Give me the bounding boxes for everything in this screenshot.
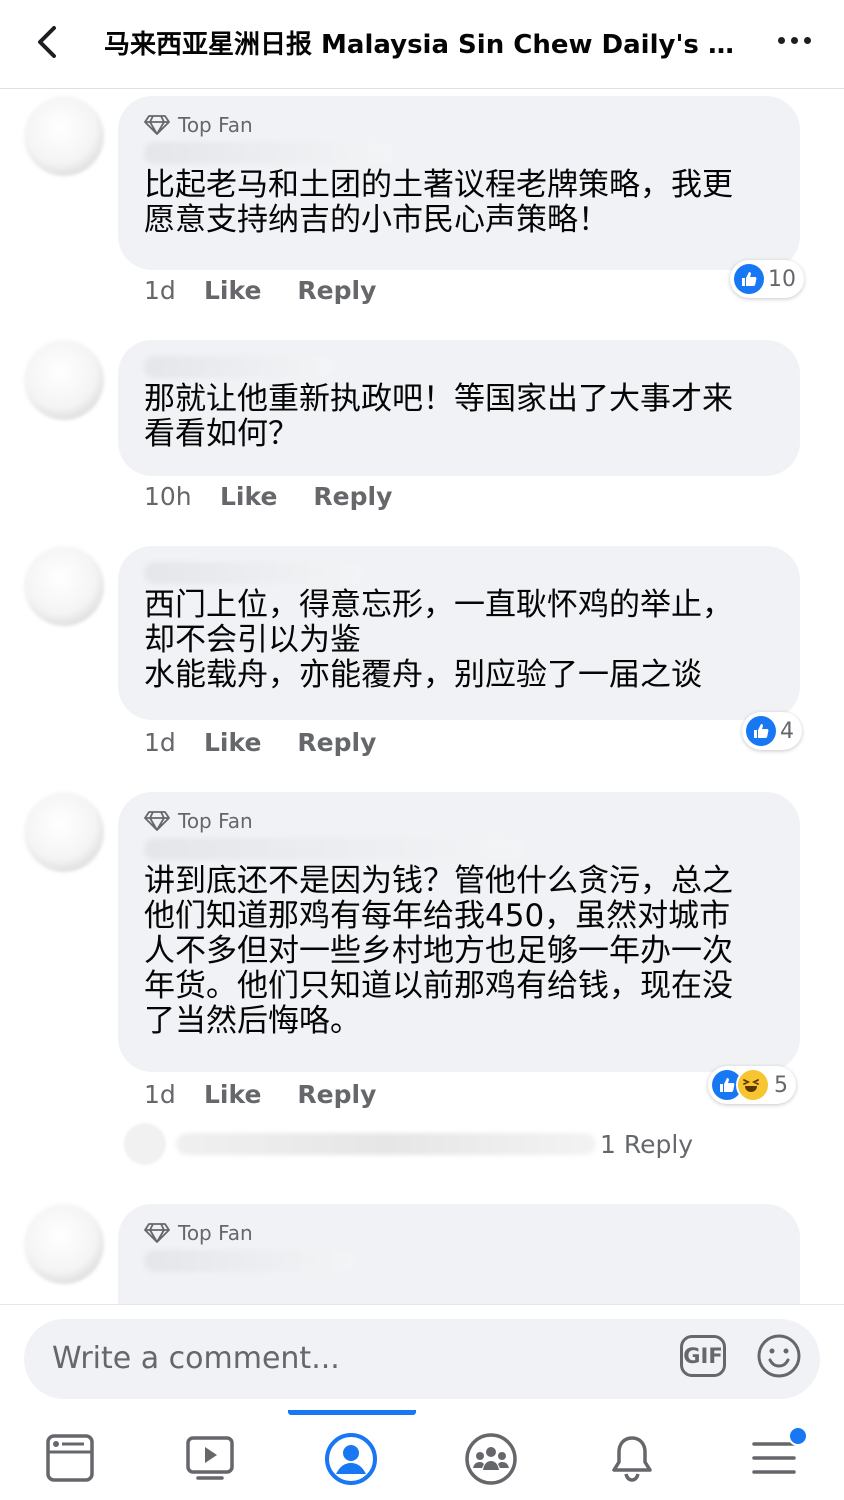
avatar[interactable] bbox=[24, 1204, 104, 1284]
back-icon[interactable] bbox=[30, 22, 70, 62]
author-name-blurred[interactable]: . bbox=[144, 562, 776, 588]
diamond-icon bbox=[144, 811, 170, 831]
comment-actions: 1d Like Reply bbox=[144, 728, 412, 757]
comment-bubble: Top Fan . bbox=[118, 1204, 800, 1304]
comment-bubble: Top Fan . 比起老马和土团的土著议程老牌策略，我更 愿意支持纳吉的小市民… bbox=[118, 96, 800, 270]
comment-text: 那就让他重新执政吧！等国家出了大事才来 看看如何？ bbox=[144, 381, 733, 452]
comment-input[interactable]: Write a comment... GIF bbox=[24, 1319, 820, 1399]
like-button[interactable]: Like bbox=[204, 276, 261, 305]
avatar[interactable] bbox=[24, 340, 104, 420]
page-title: 马来西亚星洲日报 Malaysia Sin Chew Daily's P... bbox=[104, 30, 744, 60]
news-feed-icon[interactable] bbox=[42, 1430, 102, 1486]
emoji-icon[interactable] bbox=[756, 1333, 802, 1379]
profile-icon[interactable] bbox=[322, 1430, 382, 1486]
diamond-icon bbox=[144, 1223, 170, 1243]
diamond-icon bbox=[144, 115, 170, 135]
reply-avatar bbox=[124, 1123, 166, 1165]
reply-button[interactable]: Reply bbox=[313, 482, 392, 511]
reply-button[interactable]: Reply bbox=[297, 276, 376, 305]
author-name-blurred[interactable]: . bbox=[144, 142, 776, 168]
avatar[interactable] bbox=[24, 792, 104, 872]
comment-composer-bar: Write a comment... GIF bbox=[0, 1304, 844, 1411]
comment-time: 1d bbox=[144, 1080, 176, 1109]
watch-icon[interactable] bbox=[182, 1430, 242, 1486]
top-fan-badge: Top Fan bbox=[144, 806, 776, 836]
reply-button[interactable]: Reply bbox=[297, 1080, 376, 1109]
haha-reaction-icon bbox=[736, 1068, 770, 1102]
comment-bubble: . 西门上位，得意忘形，一直耿怀鸡的举止， 却不会引以为鉴 水能载舟，亦能覆舟，… bbox=[118, 546, 800, 720]
top-fan-badge: Top Fan bbox=[144, 1218, 776, 1248]
view-replies-link[interactable]: 1 Reply bbox=[124, 1122, 693, 1166]
bottom-nav bbox=[0, 1410, 844, 1500]
comment-time: 10h bbox=[144, 482, 192, 511]
author-name-blurred[interactable]: . bbox=[144, 356, 776, 382]
comment-bubble: Top Fan . 讲到底还不是因为钱？管他什么贪污，总之 他们知道那鸡有每年给… bbox=[118, 792, 800, 1072]
comment-text: 比起老马和土团的土著议程老牌策略，我更 愿意支持纳吉的小市民心声策略！ bbox=[144, 167, 733, 238]
author-name-blurred[interactable]: . bbox=[144, 1250, 776, 1276]
reaction-count[interactable]: 5 bbox=[708, 1066, 796, 1104]
replies-count[interactable]: 1 Reply bbox=[600, 1130, 693, 1159]
like-reaction-icon bbox=[734, 264, 764, 294]
like-reaction-icon bbox=[746, 716, 776, 746]
comment-text: 西门上位，得意忘形，一直耿怀鸡的举止， 却不会引以为鉴 水能载舟，亦能覆舟，别应… bbox=[144, 587, 733, 693]
comment-placeholder: Write a comment... bbox=[52, 1341, 340, 1376]
comment-actions: 10h Like Reply bbox=[144, 482, 428, 511]
like-button[interactable]: Like bbox=[204, 728, 261, 757]
avatar[interactable] bbox=[24, 546, 104, 626]
active-tab-indicator bbox=[288, 1410, 416, 1415]
comment-bubble: . 那就让他重新执政吧！等国家出了大事才来 看看如何？ bbox=[118, 340, 800, 476]
reaction-count[interactable]: 10 bbox=[730, 260, 804, 298]
comment-text: 讲到底还不是因为钱？管他什么贪污，总之 他们知道那鸡有每年给我450，虽然对城市… bbox=[144, 863, 733, 1039]
menu-notification-dot bbox=[788, 1426, 808, 1446]
like-button[interactable]: Like bbox=[204, 1080, 261, 1109]
top-fan-badge: Top Fan bbox=[144, 110, 776, 140]
comment-actions: 1d Like Reply bbox=[144, 276, 412, 305]
like-button[interactable]: Like bbox=[220, 482, 277, 511]
comment-time: 1d bbox=[144, 728, 176, 757]
avatar[interactable] bbox=[24, 96, 104, 176]
reaction-count[interactable]: 4 bbox=[742, 712, 802, 750]
notifications-icon[interactable] bbox=[604, 1430, 664, 1486]
more-options-icon[interactable] bbox=[776, 24, 816, 58]
comment-actions: 1d Like Reply bbox=[144, 1080, 412, 1109]
gif-button[interactable]: GIF bbox=[680, 1335, 726, 1377]
author-name-blurred[interactable]: . bbox=[144, 838, 776, 864]
comment-time: 1d bbox=[144, 276, 176, 305]
reply-button[interactable]: Reply bbox=[297, 728, 376, 757]
top-bar: 马来西亚星洲日报 Malaysia Sin Chew Daily's P... bbox=[0, 0, 844, 89]
groups-icon[interactable] bbox=[462, 1430, 522, 1486]
replied-by-blurred bbox=[176, 1133, 596, 1155]
